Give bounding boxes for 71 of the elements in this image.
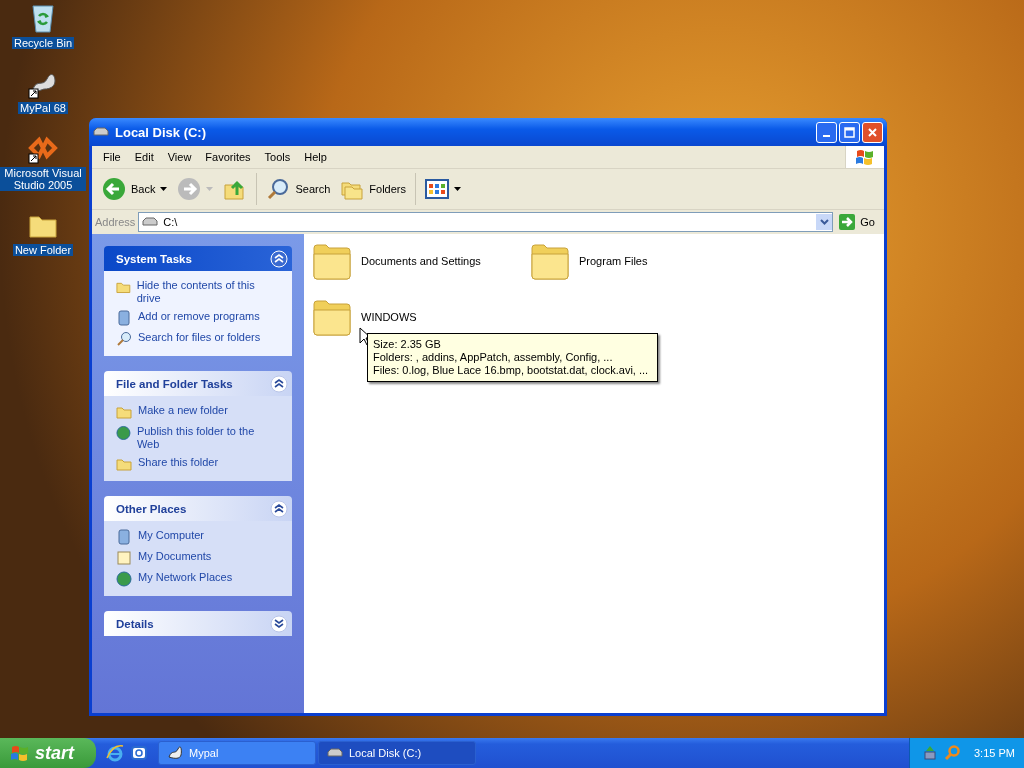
drive-icon <box>93 126 109 138</box>
task-item-icon <box>116 550 132 566</box>
folder-name[interactable]: WINDOWS <box>361 311 417 323</box>
menu-item[interactable]: Favorites <box>198 151 258 163</box>
forward-icon <box>177 177 202 201</box>
panel-header[interactable]: Details <box>104 611 292 636</box>
minimize-icon <box>823 135 830 137</box>
desktop-icon-label[interactable]: MyPal 68 <box>18 102 68 114</box>
maximize-button[interactable] <box>839 121 860 143</box>
menu-item[interactable]: View <box>160 151 199 163</box>
menu-item[interactable]: Help <box>297 151 334 163</box>
close-icon <box>867 126 878 138</box>
dropdown-caret-icon <box>160 187 168 191</box>
tooltip-line: Folders: , addins, AppPatch, assembly, Config, ... <box>373 351 614 364</box>
tooltip-line: Files: 0.log, Blue Lace 16.bmp, bootstat.dat, clock.avi, ... <box>373 364 650 377</box>
drive-icon <box>327 747 343 759</box>
task-link[interactable]: Publish this folder to the Web <box>136 425 270 451</box>
maximize-icon <box>844 126 855 138</box>
toolbar-button[interactable]: Search <box>262 175 335 203</box>
task-link[interactable]: My Documents <box>138 550 212 563</box>
task-link[interactable]: My Computer <box>138 529 205 542</box>
browser-e-icon[interactable] <box>106 744 124 762</box>
task-link[interactable]: Add or remove programs <box>138 310 260 323</box>
task-link[interactable]: My Network Places <box>138 571 233 584</box>
tooltip-line: Size: 2.35 GB <box>373 338 442 351</box>
chevron-down-icon <box>819 219 829 225</box>
search-icon <box>266 177 291 201</box>
task-link[interactable]: Hide the contents of this drive <box>136 279 270 305</box>
task-item-icon <box>116 529 132 545</box>
task-link[interactable]: Search for files or folders <box>138 331 261 344</box>
desktop-icon-label[interactable]: Microsoft Visual Studio 2005 <box>0 167 86 191</box>
menu-item[interactable]: Tools <box>257 151 298 163</box>
close-button[interactable] <box>862 121 883 143</box>
panel-header[interactable]: Other Places <box>104 496 292 521</box>
app-icon <box>167 745 183 761</box>
address-label: Address <box>95 216 136 228</box>
minimize-button[interactable] <box>816 121 837 143</box>
menu-item[interactable]: Edit <box>127 151 161 163</box>
panel-header[interactable]: System Tasks <box>104 246 292 271</box>
menu-item[interactable]: File <box>96 151 128 163</box>
folder-name[interactable]: Program Files <box>579 255 648 267</box>
taskbar-button[interactable]: Mypal <box>158 741 316 765</box>
taskbar-button[interactable]: Local Disk (C:) <box>318 741 476 765</box>
flag-logo-icon <box>10 744 30 762</box>
back-icon <box>102 177 126 201</box>
go-button[interactable]: Go <box>836 213 881 231</box>
task-link[interactable]: Make a new folder <box>138 404 228 417</box>
task-link[interactable]: Share this folder <box>138 456 219 469</box>
desktop-icon-label[interactable]: New Folder <box>12 244 74 256</box>
flag-logo-icon <box>855 148 875 166</box>
dropdown-caret-icon <box>206 187 214 191</box>
clock: 3:15 PM <box>974 747 1015 759</box>
drive-icon <box>142 216 159 228</box>
desktop-icon-label[interactable]: Recycle Bin <box>11 37 75 49</box>
task-item-icon <box>116 310 132 326</box>
toolbar-button[interactable]: Back <box>98 175 172 203</box>
folder-name[interactable]: Documents and Settings <box>361 255 481 267</box>
task-item-icon <box>116 404 132 420</box>
task-item-icon <box>116 456 132 472</box>
panel-header[interactable]: File and Folder Tasks <box>104 371 292 396</box>
dropdown-button[interactable] <box>816 214 833 230</box>
window-title: Local Disk (C:) <box>115 124 207 140</box>
task-search-icon <box>116 331 132 347</box>
mail-icon[interactable] <box>130 744 148 762</box>
go-arrow-icon <box>838 213 857 231</box>
task-item-icon <box>116 571 132 587</box>
views-grid-icon <box>425 178 449 200</box>
dropdown-caret-icon <box>454 187 461 191</box>
toolbar-button[interactable]: Folders <box>336 175 410 203</box>
task-item-icon <box>116 425 131 441</box>
address-field[interactable]: C:\ <box>138 212 834 232</box>
